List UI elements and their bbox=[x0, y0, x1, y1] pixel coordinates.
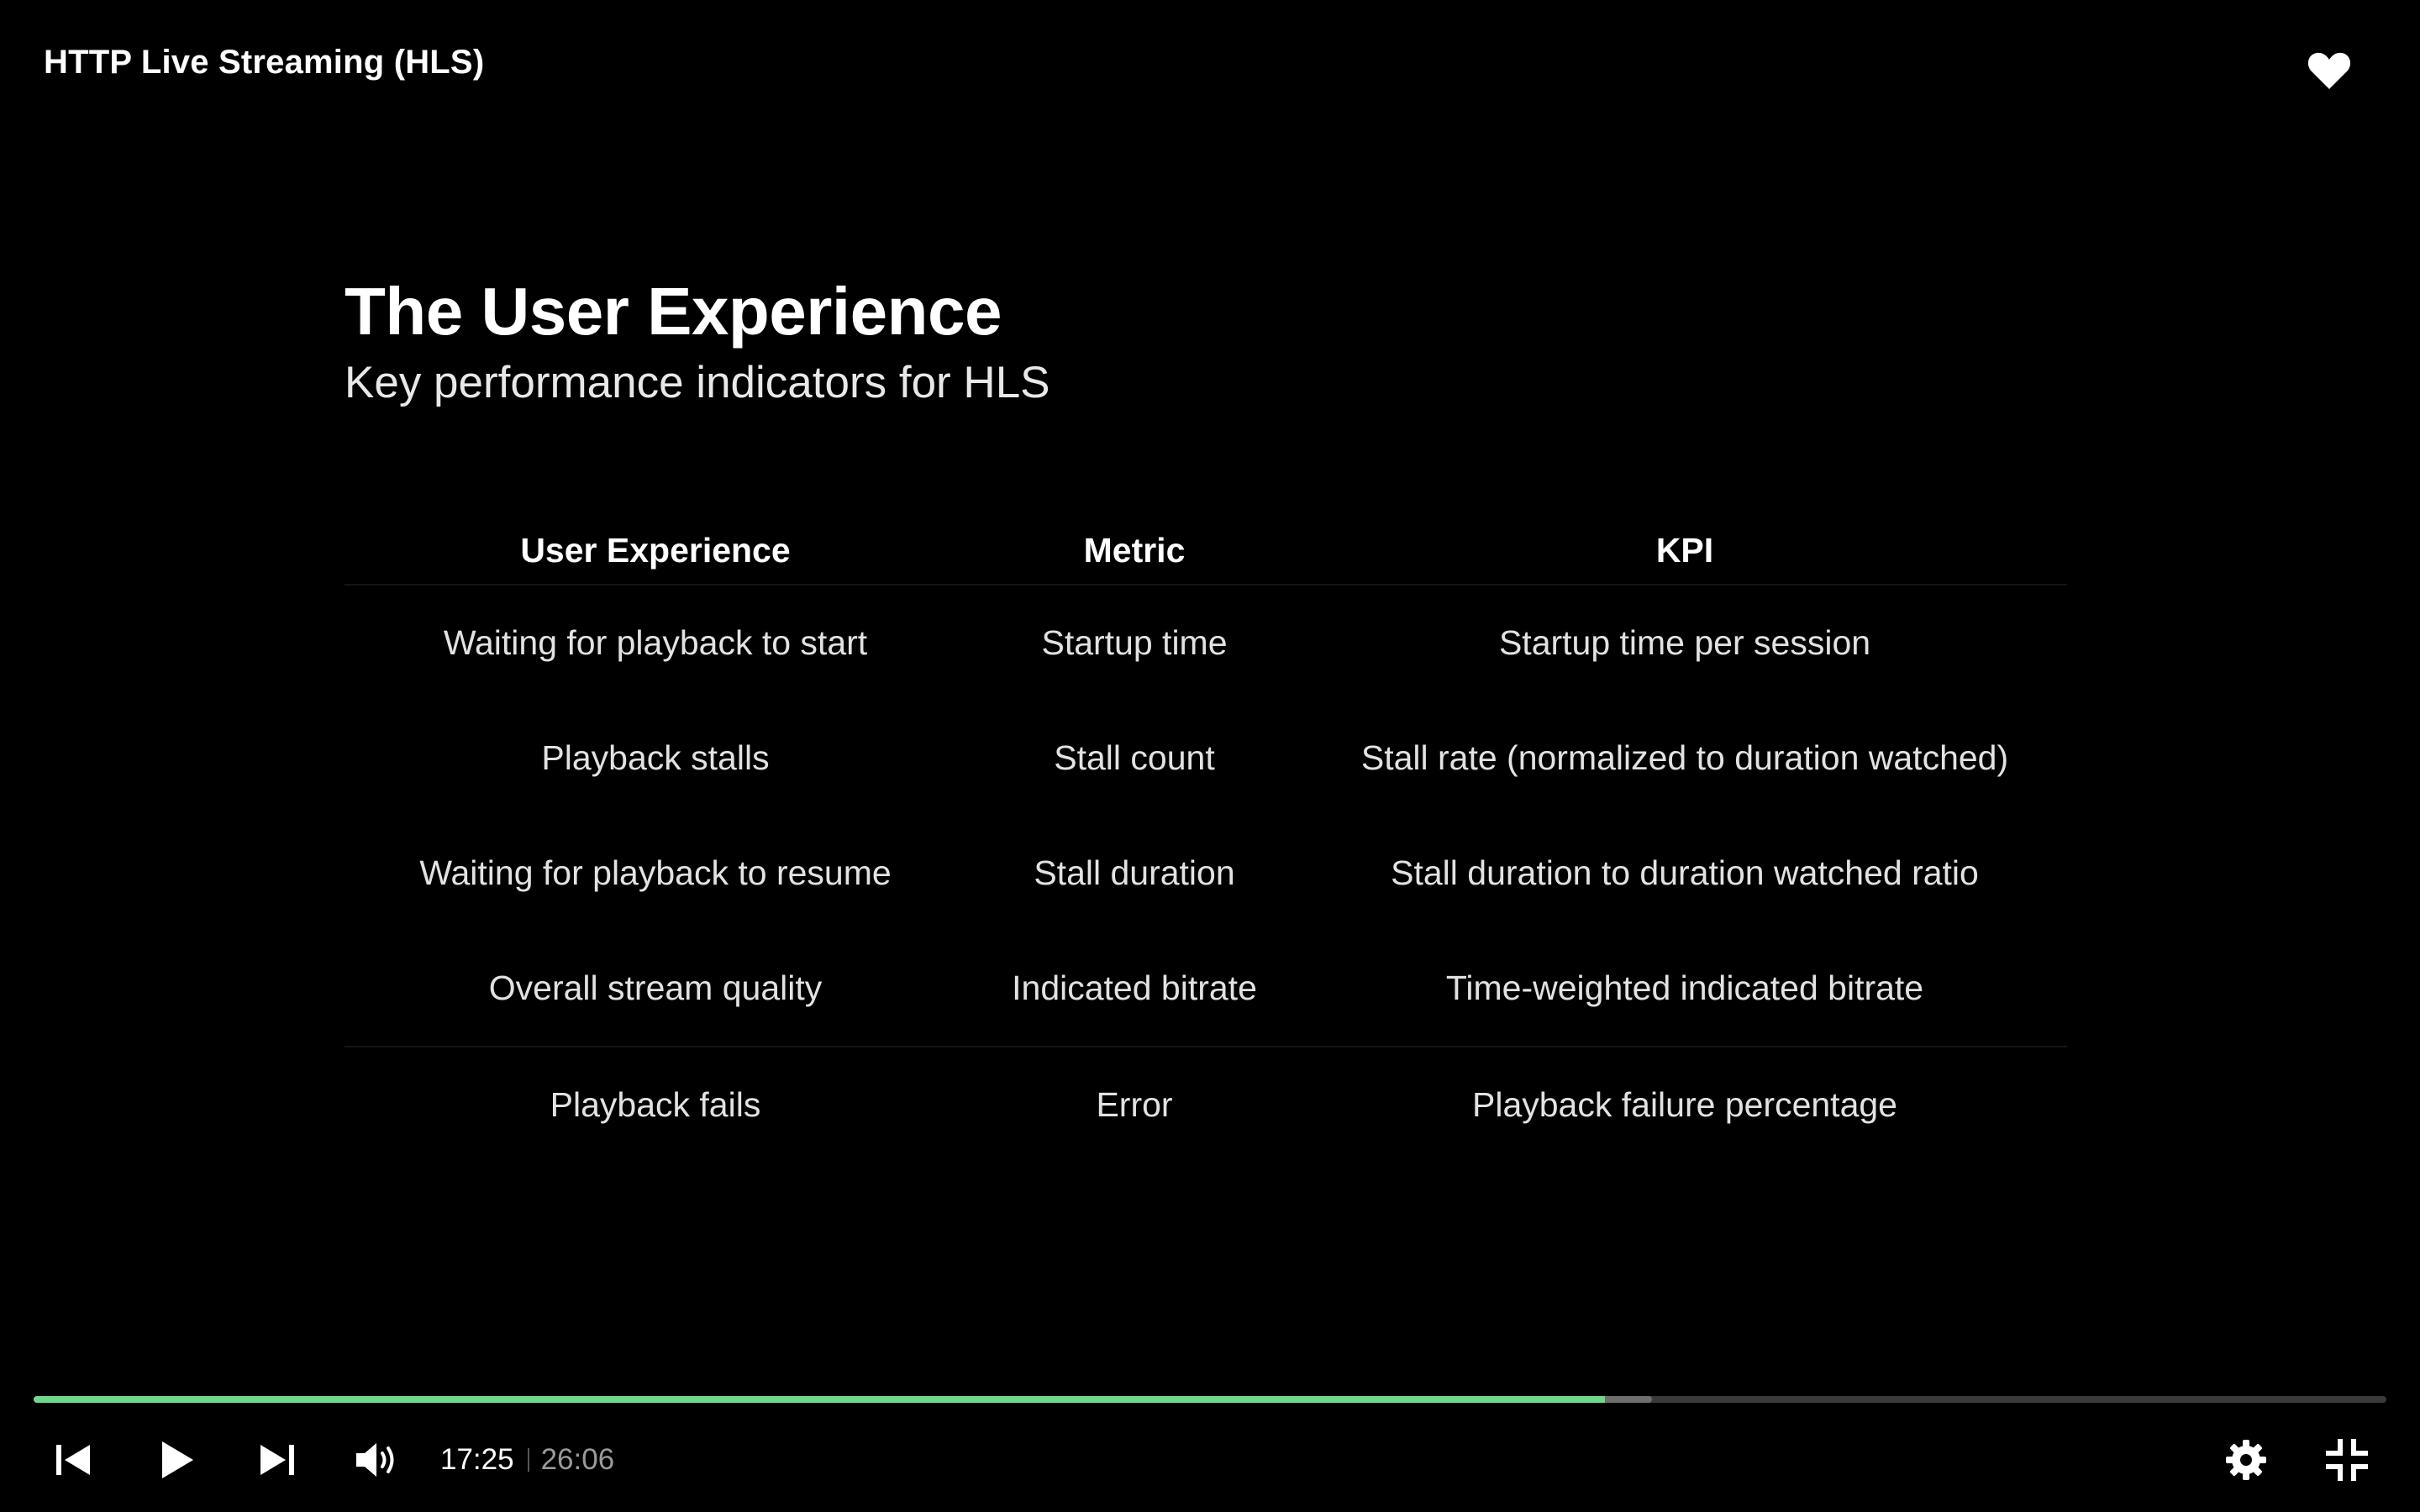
previous-button[interactable] bbox=[52, 1428, 94, 1492]
favorite-button[interactable] bbox=[2304, 45, 2354, 96]
table-row: Waiting for playback to start Startup ti… bbox=[345, 585, 2067, 701]
settings-button[interactable] bbox=[2223, 1428, 2270, 1492]
table-cell: Error bbox=[1096, 1085, 1173, 1124]
seek-bar[interactable] bbox=[34, 1396, 2386, 1403]
table-cell: Stall duration bbox=[1034, 853, 1235, 892]
player-controls: 17:25 26:06 bbox=[0, 1428, 2420, 1492]
gear-icon bbox=[2226, 1440, 2266, 1480]
time-separator bbox=[527, 1448, 529, 1472]
column-header-user-experience: User Experience bbox=[520, 530, 791, 570]
slide-title: The User Experience bbox=[345, 274, 1002, 349]
column-header-kpi: KPI bbox=[1655, 530, 1714, 570]
skip-next-icon bbox=[260, 1445, 294, 1475]
current-time: 17:25 bbox=[440, 1443, 514, 1476]
table-row: Playback fails Error Playback failure pe… bbox=[345, 1047, 2067, 1163]
volume-icon bbox=[356, 1443, 394, 1477]
slide-subtitle: Key performance indicators for HLS bbox=[345, 358, 1050, 407]
volume-button[interactable] bbox=[353, 1428, 403, 1492]
next-button[interactable] bbox=[256, 1428, 298, 1492]
table-cell: Playback stalls bbox=[541, 738, 770, 777]
table-cell: Startup time per session bbox=[1498, 623, 1871, 662]
video-player[interactable]: The User Experience Key performance indi… bbox=[0, 0, 2420, 1512]
table-cell: Time-weighted indicated bitrate bbox=[1445, 969, 1924, 1007]
exit-fullscreen-icon bbox=[2326, 1439, 2368, 1481]
table-cell: Stall rate (normalized to duration watch… bbox=[1360, 738, 2009, 777]
table-cell: Overall stream quality bbox=[488, 969, 823, 1007]
play-icon bbox=[162, 1441, 193, 1478]
table-cell: Stall duration to duration watched ratio bbox=[1391, 853, 1979, 892]
table-header-row: User Experience Metric KPI bbox=[345, 517, 2067, 585]
time-display: 17:25 26:06 bbox=[440, 1428, 614, 1492]
kpi-table: User Experience Metric KPI Waiting for p… bbox=[345, 517, 2067, 1163]
played-bar bbox=[34, 1396, 1606, 1403]
table-cell: Waiting for playback to resume bbox=[419, 853, 892, 892]
table-cell: Waiting for playback to start bbox=[443, 623, 868, 662]
table-row: Overall stream quality Indicated bitrate… bbox=[345, 931, 2067, 1046]
play-button[interactable] bbox=[156, 1428, 198, 1492]
table-row: Waiting for playback to resume Stall dur… bbox=[345, 816, 2067, 931]
table-cell: Playback failure percentage bbox=[1472, 1085, 1897, 1124]
table-cell: Stall count bbox=[1054, 738, 1215, 777]
table-cell: Playback fails bbox=[550, 1085, 761, 1124]
skip-previous-icon bbox=[56, 1445, 90, 1475]
heart-icon bbox=[2307, 52, 2351, 89]
table-cell: Startup time bbox=[1041, 623, 1228, 662]
duration: 26:06 bbox=[540, 1443, 615, 1476]
column-header-metric: Metric bbox=[1083, 530, 1186, 570]
table-row: Playback stalls Stall count Stall rate (… bbox=[345, 701, 2067, 816]
exit-fullscreen-button[interactable] bbox=[2323, 1428, 2370, 1492]
video-title: HTTP Live Streaming (HLS) bbox=[44, 44, 485, 81]
video-frame: The User Experience Key performance indi… bbox=[0, 0, 2420, 1361]
table-cell: Indicated bitrate bbox=[1012, 969, 1257, 1007]
